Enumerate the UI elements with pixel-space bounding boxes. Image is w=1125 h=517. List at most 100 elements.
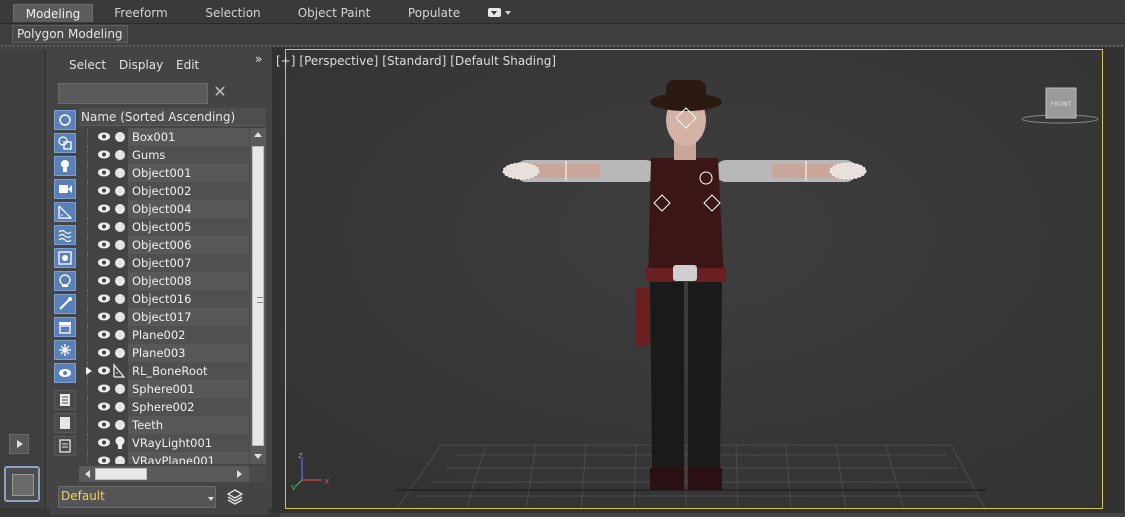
- geometry-filter-icon[interactable]: [54, 110, 76, 130]
- tree-line: [87, 290, 97, 308]
- viewport-point-of-view-menu[interactable]: [Perspective]: [299, 54, 378, 68]
- ribbon-options-dropdown[interactable]: [488, 7, 514, 19]
- visibility-eye-icon[interactable]: [98, 222, 110, 231]
- list-item[interactable]: VRayLight001: [79, 434, 249, 452]
- visibility-eye-icon[interactable]: [98, 204, 110, 213]
- layer-dropdown[interactable]: Default: [58, 486, 216, 508]
- tab-freeform[interactable]: Freeform: [108, 4, 174, 22]
- visibility-eye-icon[interactable]: [98, 150, 110, 159]
- tab-object-paint[interactable]: Object Paint: [293, 4, 375, 22]
- visibility-eye-icon[interactable]: [98, 384, 110, 393]
- object-icon: [115, 222, 125, 232]
- explorer-search-input[interactable]: [58, 83, 208, 104]
- viewport-thumbnail-button[interactable]: [4, 466, 40, 502]
- list-horizontal-scrollbar[interactable]: [79, 466, 249, 482]
- display-none-icon[interactable]: [54, 413, 76, 433]
- scroll-up-icon[interactable]: [254, 132, 262, 137]
- menu-edit[interactable]: Edit: [176, 58, 199, 72]
- tab-selection[interactable]: Selection: [200, 4, 266, 22]
- frozen-filter-icon[interactable]: [54, 340, 76, 360]
- visibility-eye-icon[interactable]: [98, 312, 110, 321]
- visibility-eye-icon[interactable]: [98, 240, 110, 249]
- list-item[interactable]: Object005: [79, 218, 249, 236]
- shapes-filter-icon[interactable]: [54, 133, 76, 153]
- expand-arrow-icon[interactable]: [86, 367, 92, 375]
- list-item[interactable]: Object001: [79, 164, 249, 182]
- list-item[interactable]: Gums: [79, 146, 249, 164]
- visibility-eye-icon[interactable]: [98, 168, 110, 177]
- viewport-standard-menu[interactable]: [Standard]: [382, 54, 446, 68]
- tree-line: [87, 128, 97, 146]
- tree-line: [87, 182, 97, 200]
- scroll-left-icon[interactable]: [85, 470, 90, 478]
- list-item[interactable]: Object007: [79, 254, 249, 272]
- list-item[interactable]: Object008: [79, 272, 249, 290]
- perspective-viewport[interactable]: [285, 49, 1103, 509]
- object-icon: [115, 204, 125, 214]
- lights-filter-icon[interactable]: [54, 156, 76, 176]
- groups-filter-icon[interactable]: [54, 248, 76, 268]
- list-item[interactable]: RL_BoneRoot: [79, 362, 249, 380]
- list-item-name: Sphere002: [132, 400, 195, 414]
- list-item-name: Teeth: [132, 418, 164, 432]
- list-vertical-scrollbar[interactable]: [249, 128, 266, 464]
- menu-select[interactable]: Select: [69, 58, 106, 72]
- tab-modeling[interactable]: Modeling: [13, 4, 93, 22]
- list-item[interactable]: Object002: [79, 182, 249, 200]
- visibility-eye-icon[interactable]: [98, 366, 110, 375]
- scroll-down-icon[interactable]: [254, 454, 262, 459]
- list-item-name: Object007: [132, 256, 192, 270]
- visibility-eye-icon[interactable]: [98, 438, 110, 447]
- list-item[interactable]: Teeth: [79, 416, 249, 434]
- layer-explorer-button[interactable]: [222, 486, 248, 508]
- visibility-eye-icon[interactable]: [98, 132, 110, 141]
- visibility-eye-icon[interactable]: [98, 294, 110, 303]
- list-item[interactable]: Box001: [79, 128, 249, 146]
- polygon-modeling-panel[interactable]: Polygon Modeling: [12, 25, 128, 43]
- list-item[interactable]: Object016: [79, 290, 249, 308]
- containers-filter-icon[interactable]: [54, 317, 76, 337]
- scroll-thumb[interactable]: [252, 146, 264, 446]
- visibility-eye-icon[interactable]: [98, 348, 110, 357]
- clear-search-icon[interactable]: ✕: [212, 83, 228, 101]
- horizontal-scroll-thumb[interactable]: [95, 468, 147, 480]
- list-item[interactable]: Sphere001: [79, 380, 249, 398]
- list-item[interactable]: Object006: [79, 236, 249, 254]
- viewport-shading-menu[interactable]: [Default Shading]: [450, 54, 556, 68]
- expand-panel-button[interactable]: [9, 434, 29, 454]
- list-item[interactable]: Plane003: [79, 344, 249, 362]
- tab-populate[interactable]: Populate: [400, 4, 468, 22]
- list-item[interactable]: Object004: [79, 200, 249, 218]
- helpers-filter-icon[interactable]: [54, 202, 76, 222]
- bones-filter-icon[interactable]: [54, 294, 76, 314]
- list-item[interactable]: Plane002: [79, 326, 249, 344]
- display-all-icon[interactable]: [54, 390, 76, 410]
- scroll-right-icon[interactable]: [237, 470, 242, 478]
- viewport-scene: [286, 50, 1102, 508]
- visibility-eye-icon[interactable]: [98, 402, 110, 411]
- invert-display-icon[interactable]: [54, 436, 76, 456]
- viewcube[interactable]: FRONT: [1020, 86, 1102, 126]
- visibility-eye-icon[interactable]: [98, 420, 110, 429]
- light-icon: [115, 436, 125, 449]
- object-icon: [115, 420, 125, 430]
- visibility-eye-icon[interactable]: [98, 330, 110, 339]
- space-warps-filter-icon[interactable]: [54, 225, 76, 245]
- visibility-eye-icon[interactable]: [98, 276, 110, 285]
- list-item[interactable]: VRayPlane001: [79, 452, 249, 464]
- visibility-eye-icon[interactable]: [98, 456, 110, 464]
- menu-display[interactable]: Display: [119, 58, 163, 72]
- tree-line: [87, 434, 97, 452]
- collapse-explorer-icon[interactable]: »: [255, 52, 262, 66]
- xrefs-filter-icon[interactable]: [54, 271, 76, 291]
- viewport-general-menu[interactable]: [+]: [276, 54, 295, 68]
- visibility-eye-icon[interactable]: [98, 258, 110, 267]
- cameras-filter-icon[interactable]: [54, 179, 76, 199]
- ribbon-options-icon: [488, 8, 501, 17]
- object-icon: [115, 276, 125, 286]
- list-item[interactable]: Sphere002: [79, 398, 249, 416]
- hidden-filter-icon[interactable]: [54, 363, 76, 383]
- visibility-eye-icon[interactable]: [98, 186, 110, 195]
- list-item[interactable]: Object017: [79, 308, 249, 326]
- name-column-header[interactable]: Name (Sorted Ascending): [79, 108, 266, 126]
